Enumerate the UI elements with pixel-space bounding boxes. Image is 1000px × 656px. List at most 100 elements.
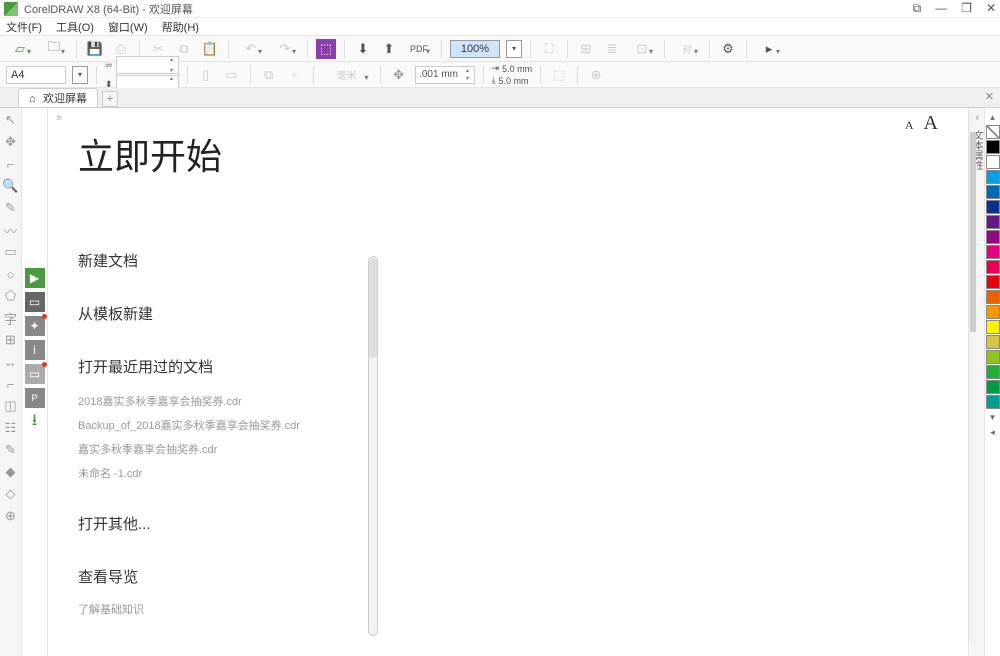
- options-button[interactable]: ⚙: [718, 39, 738, 59]
- drop-shadow-tool[interactable]: ◫: [3, 398, 19, 414]
- text-tool[interactable]: 字: [3, 310, 19, 326]
- tab-welcome[interactable]: ⌂ 欢迎屏幕: [18, 88, 98, 107]
- color-swatch[interactable]: [986, 215, 1000, 229]
- new-button[interactable]: ▱: [6, 39, 34, 59]
- vertical-scrollbar[interactable]: [968, 112, 976, 642]
- publish-pdf-button[interactable]: PDF: [405, 39, 433, 59]
- undo-button[interactable]: ↶: [237, 39, 265, 59]
- import-button[interactable]: ⬇: [353, 39, 373, 59]
- crop-tool[interactable]: ⌐: [3, 156, 19, 172]
- export-button[interactable]: ⬆: [379, 39, 399, 59]
- menu-file[interactable]: 文件(F): [6, 19, 42, 35]
- quick-customize-toolbox[interactable]: ⊕: [3, 508, 19, 524]
- redo-button[interactable]: ↷: [271, 39, 299, 59]
- color-swatch[interactable]: [986, 395, 1000, 409]
- nav-need-help[interactable]: i: [25, 340, 45, 360]
- connector-tool[interactable]: ⌐: [3, 376, 19, 392]
- zoom-dropdown[interactable]: ▾: [506, 40, 522, 58]
- color-swatch[interactable]: [986, 245, 1000, 259]
- recent-file[interactable]: 未命名 -1.cdr: [78, 465, 338, 481]
- swatch-none[interactable]: [986, 125, 1000, 139]
- color-swatch[interactable]: [986, 185, 1000, 199]
- learn-basics-link[interactable]: 了解基础知识: [78, 601, 338, 617]
- palette-flyout-icon[interactable]: ◂: [990, 427, 995, 438]
- font-small-button[interactable]: A: [905, 118, 914, 133]
- welcome-scrollbar[interactable]: [368, 256, 378, 636]
- treat-as-filled-button[interactable]: ⬚: [549, 65, 569, 85]
- expand-icon[interactable]: »: [56, 112, 62, 124]
- artistic-media-tool[interactable]: 〰: [3, 222, 19, 238]
- color-swatch[interactable]: [986, 320, 1000, 334]
- smart-fill-tool[interactable]: ◇: [3, 486, 19, 502]
- recent-file[interactable]: 嘉实多秋季嘉享会抽奖券.cdr: [78, 441, 338, 457]
- pick-tool[interactable]: ↖: [3, 112, 19, 128]
- font-large-button[interactable]: A: [924, 112, 938, 135]
- ellipse-tool[interactable]: ○: [3, 266, 19, 282]
- color-swatch[interactable]: [986, 365, 1000, 379]
- app-launcher-button[interactable]: ▸: [755, 39, 783, 59]
- zoom-level[interactable]: 100%: [450, 40, 500, 58]
- palette-up-icon[interactable]: ▴: [990, 112, 995, 123]
- menu-window[interactable]: 窗口(W): [108, 19, 148, 35]
- save-button[interactable]: 💾: [85, 39, 105, 59]
- color-swatch[interactable]: [986, 260, 1000, 274]
- align-button[interactable]: ≣: [602, 39, 622, 59]
- eyedropper-tool[interactable]: ✎: [3, 442, 19, 458]
- recent-file[interactable]: 2018嘉实多秋季嘉享会抽奖券.cdr: [78, 393, 338, 409]
- color-swatch[interactable]: [986, 230, 1000, 244]
- freehand-tool[interactable]: ✎: [3, 200, 19, 216]
- color-swatch[interactable]: [986, 200, 1000, 214]
- shape-tool[interactable]: ✥: [3, 134, 19, 150]
- close-icon[interactable]: ✕: [986, 1, 996, 16]
- zoom-tool[interactable]: 🔍: [3, 178, 19, 194]
- nav-workspace[interactable]: ▭: [25, 292, 45, 312]
- open-button[interactable]: 🗀: [40, 39, 68, 59]
- nav-get-started[interactable]: ▶: [25, 268, 45, 288]
- paper-size-select[interactable]: A4: [6, 66, 66, 84]
- color-swatch[interactable]: [986, 155, 1000, 169]
- launch-button[interactable]: 对: [673, 39, 701, 59]
- quick-customize-button[interactable]: ⊕: [586, 65, 606, 85]
- minimize-icon[interactable]: —: [935, 1, 947, 16]
- landscape-button[interactable]: ▭: [222, 65, 242, 85]
- color-swatch[interactable]: [986, 305, 1000, 319]
- table-tool[interactable]: ⊞: [3, 332, 19, 348]
- recent-file[interactable]: Backup_of_2018嘉实多秋季嘉享会抽奖券.cdr: [78, 417, 338, 433]
- palette-down-icon[interactable]: ▾: [990, 412, 995, 423]
- nav-whats-new[interactable]: ✦: [25, 316, 45, 336]
- fill-tool[interactable]: ◆: [3, 464, 19, 480]
- fullscreen-button[interactable]: ⛶: [539, 39, 559, 59]
- color-swatch[interactable]: [986, 380, 1000, 394]
- polygon-tool[interactable]: ⬠: [3, 288, 19, 304]
- all-pages-button[interactable]: ⧉: [259, 65, 279, 85]
- menu-tools[interactable]: 工具(O): [56, 19, 94, 35]
- tabs-close-icon[interactable]: ✕: [985, 90, 994, 103]
- color-swatch[interactable]: [986, 350, 1000, 364]
- color-swatch[interactable]: [986, 140, 1000, 154]
- restore-down-icon[interactable]: ⧉: [913, 1, 922, 16]
- dimension-tool[interactable]: ↔: [3, 354, 19, 370]
- paste-button[interactable]: 📋: [200, 39, 220, 59]
- units-select[interactable]: 毫米: [322, 65, 372, 85]
- new-from-template-link[interactable]: 从模板新建: [78, 303, 338, 324]
- new-document-link[interactable]: 新建文档: [78, 250, 338, 271]
- color-swatch[interactable]: [986, 290, 1000, 304]
- nav-updates[interactable]: P: [25, 388, 45, 408]
- transparency-tool[interactable]: ☷: [3, 420, 19, 436]
- new-tab-button[interactable]: +: [102, 91, 118, 107]
- page-width-input[interactable]: ▴▾: [116, 56, 179, 74]
- rectangle-tool[interactable]: ▭: [3, 244, 19, 260]
- nudge-distance-input[interactable]: ▴▾: [415, 66, 475, 84]
- snap-button[interactable]: ⊞: [576, 39, 596, 59]
- color-swatch[interactable]: [986, 170, 1000, 184]
- maximize-icon[interactable]: ❐: [961, 1, 972, 16]
- nav-download[interactable]: ⭳: [25, 412, 45, 432]
- current-page-button[interactable]: ▫: [285, 65, 305, 85]
- open-other-link[interactable]: 打开其他...: [78, 513, 338, 534]
- menu-help[interactable]: 帮助(H): [162, 19, 199, 35]
- nav-gallery[interactable]: ▭: [25, 364, 45, 384]
- guideline-button[interactable]: ⊡: [628, 39, 656, 59]
- color-swatch[interactable]: [986, 275, 1000, 289]
- paper-dropdown[interactable]: ▾: [72, 66, 88, 84]
- portrait-button[interactable]: ▯: [196, 65, 216, 85]
